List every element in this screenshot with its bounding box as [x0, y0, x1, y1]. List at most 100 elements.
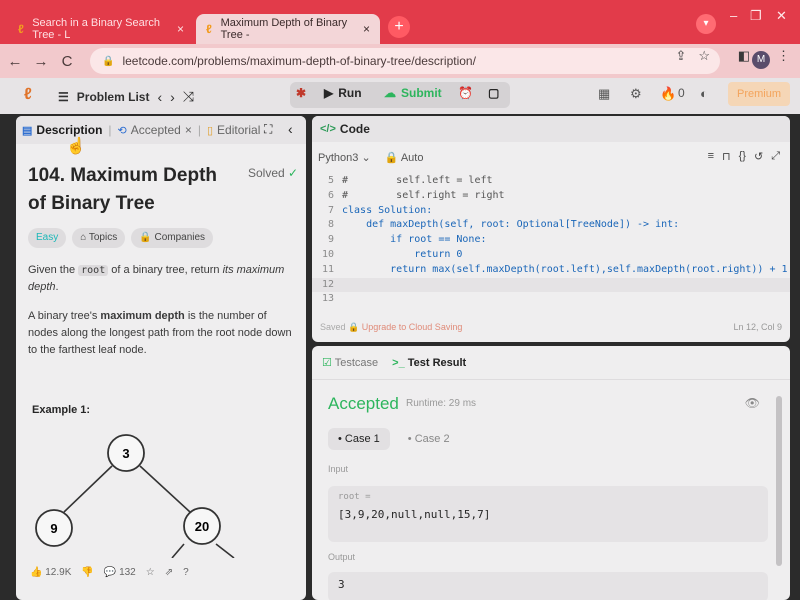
- profile-avatar[interactable]: M: [752, 51, 770, 69]
- thumbs-up-icon: 👍: [30, 566, 43, 578]
- url-input[interactable]: 🔒 leetcode.com/problems/maximum-depth-of…: [90, 48, 720, 74]
- close-window-icon[interactable]: ✕: [776, 8, 787, 24]
- tab-accepted[interactable]: ⟲ Accepted ×: [112, 123, 198, 137]
- new-tab-button[interactable]: +: [388, 16, 410, 38]
- close-tab-icon[interactable]: ×: [363, 22, 370, 36]
- tree-edge: [63, 465, 113, 513]
- problem-footer: 👍 12.9K 👎 💬 132 ☆ ⇗ ?: [16, 558, 306, 586]
- braces-icon[interactable]: {}: [739, 150, 746, 163]
- code-line: 6 # self.right = right: [312, 189, 790, 204]
- book-icon: ▯: [206, 124, 214, 137]
- topics-chip[interactable]: ⌂ Topics: [72, 228, 126, 248]
- code-line: 10 return 0: [312, 248, 790, 263]
- maximize-icon[interactable]: ❐: [750, 8, 762, 24]
- code-panel-title: Code: [339, 122, 370, 136]
- line-number: 7: [327, 204, 334, 216]
- result-scrollbar[interactable]: [776, 396, 782, 566]
- tree-edge: [215, 543, 235, 558]
- minimize-icon[interactable]: –: [730, 8, 737, 23]
- code-icon: </>: [320, 123, 336, 135]
- tab-search-icon[interactable]: ▾: [696, 14, 716, 34]
- reload-icon[interactable]: C: [56, 53, 78, 70]
- share-icon[interactable]: ⇪: [675, 48, 686, 64]
- code-line: 7 class Solution:: [312, 204, 790, 219]
- debug-icon[interactable]: ✱: [296, 86, 306, 100]
- expand-icon[interactable]: ⛶: [264, 122, 272, 137]
- next-problem-icon[interactable]: ›: [170, 89, 175, 105]
- browser-menu-icon[interactable]: ⋮: [777, 48, 790, 64]
- close-tab-icon[interactable]: ×: [177, 22, 184, 36]
- problem-list-link[interactable]: Problem List: [77, 90, 150, 104]
- upgrade-link[interactable]: 🔒 Upgrade to Cloud Saving: [348, 322, 462, 332]
- forward-icon[interactable]: →: [30, 53, 52, 70]
- line-number: 9: [327, 234, 334, 246]
- like-button[interactable]: 👍 12.9K: [30, 567, 71, 578]
- code-text: def maxDepth(self, root: Optional[TreeNo…: [342, 219, 680, 231]
- output-label: Output: [328, 552, 356, 562]
- tab-test-result[interactable]: >_ Test Result: [392, 357, 466, 369]
- streak-fire-icon[interactable]: 🔥: [660, 86, 676, 102]
- alarm-icon[interactable]: ⏰: [458, 86, 473, 100]
- shuffle-icon[interactable]: ⤨: [183, 88, 194, 105]
- fullscreen-icon[interactable]: ⤢: [771, 150, 780, 163]
- address-bar-row: ← → C 🔒 leetcode.com/problems/maximum-de…: [0, 44, 800, 78]
- user-avatar-icon[interactable]: ◐: [700, 86, 708, 101]
- premium-button[interactable]: Premium: [728, 82, 790, 106]
- eye-icon[interactable]: 👁: [745, 396, 760, 410]
- notes-icon[interactable]: ▢: [488, 86, 499, 100]
- code-editor[interactable]: 5 # self.left = left 6 # self.right = righ…: [312, 174, 790, 307]
- reset-icon[interactable]: ↺: [754, 150, 763, 163]
- case-tab-2[interactable]: • Case 2: [398, 428, 460, 450]
- solved-badge: Solved ✓: [248, 166, 298, 180]
- code-line: 9 if root == None:: [312, 233, 790, 248]
- tab-description[interactable]: ▤ Description: [16, 123, 108, 137]
- side-panel-icon[interactable]: ◧: [738, 48, 750, 64]
- submit-button[interactable]: ☁ Submit: [384, 86, 442, 100]
- problem-tags: Easy ⌂ Topics 🔒 Companies: [28, 228, 214, 248]
- list-icon: ☰: [58, 89, 69, 104]
- line-number: 5: [327, 175, 334, 186]
- case-tab-1[interactable]: • Case 1: [328, 428, 390, 450]
- close-tab-icon[interactable]: ×: [185, 123, 192, 137]
- auto-mode[interactable]: 🔒 Auto: [385, 151, 424, 164]
- layout-icon[interactable]: ▦: [598, 86, 610, 102]
- language-select[interactable]: Python3 ⌄: [318, 151, 371, 164]
- tab-testcase[interactable]: ☑ Testcase: [322, 356, 378, 369]
- result-tabs: ☑ Testcase >_ Test Result: [312, 346, 790, 380]
- back-icon[interactable]: ←: [4, 53, 26, 70]
- companies-chip[interactable]: 🔒 Companies: [131, 228, 214, 248]
- bookmark-star-icon[interactable]: ☆: [698, 48, 710, 64]
- editor-tools: ≡ ⊓ {} ↺ ⤢: [708, 150, 780, 163]
- dislike-button[interactable]: 👎: [81, 567, 93, 578]
- chip-label: Companies: [154, 232, 206, 243]
- code-line: 11 return max(self.maxDepth(root.left),s…: [312, 263, 790, 278]
- run-button[interactable]: ▶ Run: [324, 86, 362, 100]
- comments-button[interactable]: 💬 132: [104, 567, 136, 578]
- favorite-star-icon[interactable]: ☆: [146, 567, 155, 578]
- code-text: return max(self.maxDepth(root.left),self…: [342, 263, 788, 275]
- share-icon[interactable]: ⇗: [165, 567, 173, 578]
- runtime-text: Runtime: 29 ms: [406, 398, 477, 409]
- lock-icon: 🔒: [139, 232, 155, 243]
- browser-tab-bst[interactable]: ℓ Search in a Binary Search Tree - L ×: [8, 14, 194, 44]
- code-text: # self.right = right: [342, 189, 505, 201]
- browser-tab-max-depth[interactable]: ℓ Maximum Depth of Binary Tree - ×: [196, 14, 380, 44]
- lock-icon: 🔒: [102, 55, 115, 67]
- leetcode-logo-icon[interactable]: ℓ: [24, 86, 32, 104]
- editor-toolbar: Python3 ⌄ 🔒 Auto ≡ ⊓ {} ↺ ⤢: [312, 142, 790, 172]
- line-number: 11: [321, 263, 334, 275]
- code-line: 8 def maxDepth(self, root: Optional[Tree…: [312, 218, 790, 233]
- coins-count: 0: [678, 86, 685, 100]
- comment-icon: 💬: [103, 566, 117, 578]
- prev-problem-icon[interactable]: ‹: [157, 89, 162, 105]
- hand-cursor-icon: ☝: [66, 138, 86, 155]
- format-icon[interactable]: ≡: [708, 150, 714, 163]
- collapse-chevron-icon[interactable]: ‹: [288, 121, 293, 137]
- help-icon[interactable]: ?: [183, 567, 189, 578]
- settings-gear-icon[interactable]: ⚙: [630, 86, 642, 102]
- solved-label: Solved: [248, 166, 285, 180]
- case-label: Case 2: [414, 433, 450, 445]
- code-text: return 0: [342, 248, 463, 260]
- bookmark-icon[interactable]: ⊓: [722, 150, 731, 163]
- tab-editorial[interactable]: ▯ Editorial: [201, 123, 266, 137]
